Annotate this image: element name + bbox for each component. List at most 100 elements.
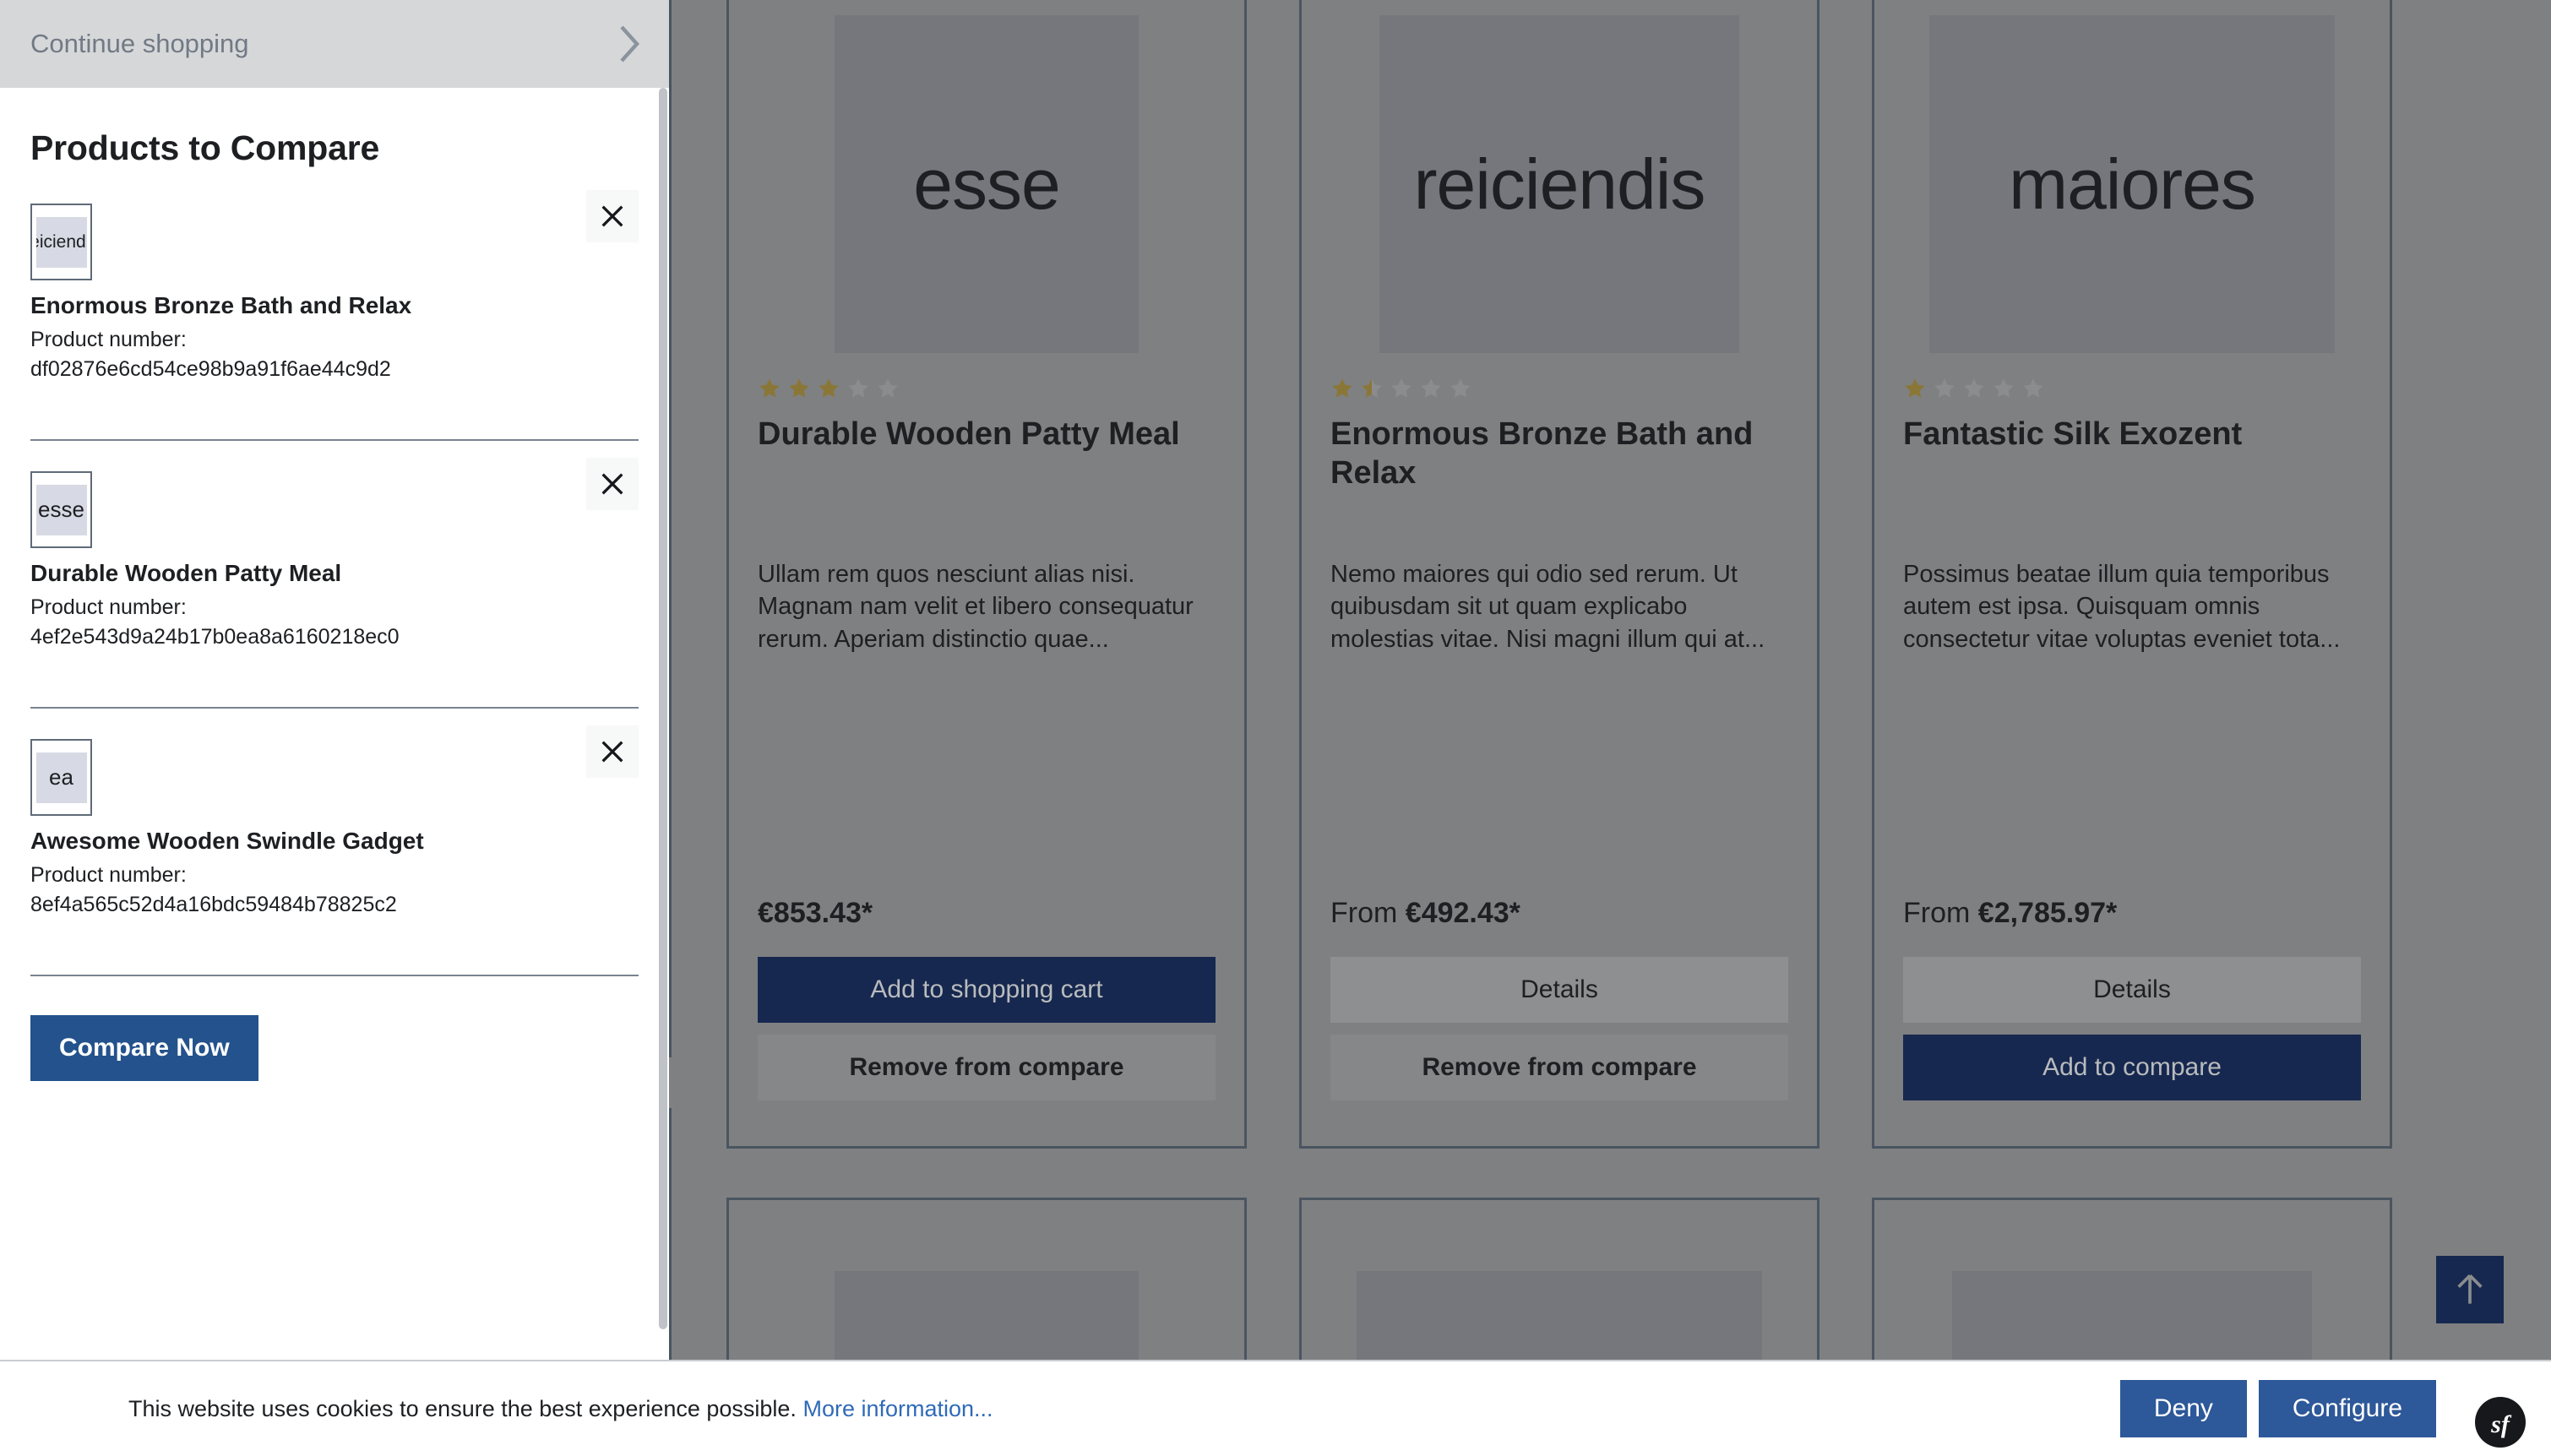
star-icon [1330, 377, 1354, 400]
product-image-container[interactable] [1903, 1229, 2361, 1360]
continue-shopping-label: Continue shopping [30, 29, 249, 58]
thumbnail-text: esse [35, 484, 87, 535]
star-icon [758, 377, 781, 400]
product-name[interactable]: Awesome Wooden Swindle Gadget [30, 828, 639, 855]
price-prefix: From [1903, 897, 1978, 929]
list-item: reiciendis Enormous Bronze Bath and Rela… [30, 190, 639, 441]
star-half-icon [1360, 377, 1384, 400]
remove-item-button[interactable] [586, 190, 639, 242]
star-icon [787, 377, 811, 400]
product-number-value: 8ef4a565c52d4a16bdc59484b78825c2 [30, 893, 397, 916]
product-image-container[interactable] [758, 1229, 1216, 1360]
remove-from-compare-button[interactable]: Remove from compare [758, 1035, 1216, 1100]
product-number-label: Product number: [30, 595, 187, 619]
product-title[interactable]: Durable Wooden Patty Meal [758, 415, 1216, 496]
product-image: esse [835, 15, 1139, 353]
product-thumbnail[interactable]: esse [30, 471, 92, 548]
star-icon [1992, 377, 2015, 400]
page-root: esse Durable Wooden Patty Meal Ullam rem… [0, 0, 2551, 1456]
product-image [835, 1271, 1139, 1360]
product-image-container[interactable] [1330, 1229, 1788, 1360]
deny-button[interactable]: Deny [2119, 1380, 2247, 1437]
product-card[interactable]: reiciendis Enormous Bronze Bath and Rela… [1299, 0, 1819, 1149]
product-name[interactable]: Enormous Bronze Bath and Relax [30, 292, 639, 319]
arrow-up-icon [2457, 1274, 2483, 1304]
star-icon [1390, 377, 1413, 400]
star-icon [1933, 377, 1956, 400]
price-amount: €2,785.97* [1977, 897, 2118, 929]
product-card[interactable] [726, 1198, 1247, 1360]
details-button[interactable]: Details [1903, 957, 2361, 1023]
star-icon [846, 377, 870, 400]
product-description: Nemo maiores qui odio sed rerum. Ut quib… [1330, 561, 1765, 653]
product-image-container[interactable]: reiciendis [1330, 0, 1788, 353]
product-title[interactable]: Fantastic Silk Exozent [1903, 415, 2361, 496]
scroll-to-top-button[interactable] [2436, 1256, 2504, 1323]
remove-item-button[interactable] [586, 458, 639, 510]
product-card[interactable] [1299, 1198, 1819, 1360]
product-grid-row-2 [726, 1198, 2416, 1360]
configure-button[interactable]: Configure [2258, 1380, 2436, 1437]
product-name[interactable]: Durable Wooden Patty Meal [30, 560, 639, 587]
compare-offcanvas: Continue shopping Products to Compare re… [0, 0, 669, 1360]
star-icon [1903, 377, 1927, 400]
product-thumbnail[interactable]: reiciendis [30, 204, 92, 280]
close-icon [601, 741, 623, 763]
product-card[interactable] [1872, 1198, 2392, 1360]
rating-stars [758, 376, 1216, 401]
product-card[interactable]: maiores Fantastic Silk Exozent Possimus … [1872, 0, 2392, 1149]
price-amount: €853.43* [758, 897, 873, 929]
rating-stars [1903, 376, 2361, 401]
close-icon [601, 205, 623, 227]
price-amount: €492.43* [1405, 897, 1520, 929]
cookie-message: This website uses cookies to ensure the … [128, 1396, 993, 1422]
add-to-compare-button[interactable]: Add to compare [1903, 1035, 2361, 1100]
product-image: maiores [1929, 15, 2335, 353]
svg-text:sf: sf [2490, 1410, 2512, 1438]
list-item: esse Durable Wooden Patty Meal Product n… [30, 458, 639, 709]
product-title[interactable]: Enormous Bronze Bath and Relax [1330, 415, 1788, 496]
more-information-link[interactable]: More information... [802, 1396, 993, 1421]
product-price: €853.43* [758, 897, 1216, 930]
product-grid: esse Durable Wooden Patty Meal Ullam rem… [726, 0, 2416, 1149]
continue-shopping-header[interactable]: Continue shopping [0, 0, 669, 88]
close-icon [601, 473, 623, 495]
product-card[interactable]: esse Durable Wooden Patty Meal Ullam rem… [726, 0, 1247, 1149]
star-icon [1449, 377, 1472, 400]
product-image [1357, 1271, 1762, 1360]
product-image: reiciendis [1379, 15, 1739, 353]
star-icon [817, 377, 840, 400]
product-price: From €2,785.97* [1903, 897, 2361, 930]
cookie-message-text: This website uses cookies to ensure the … [128, 1395, 797, 1421]
remove-item-button[interactable] [586, 725, 639, 778]
compare-panel-body: Products to Compare reiciendis Enormous … [0, 88, 669, 1360]
product-price: From €492.43* [1330, 897, 1788, 930]
symfony-logo-icon[interactable]: sf [2473, 1395, 2527, 1449]
offcanvas-scrollbar[interactable] [657, 88, 669, 1360]
product-number-value: df02876e6cd54ce98b9a91f6ae44c9d2 [30, 357, 391, 381]
scrollbar-thumb[interactable] [659, 88, 667, 1329]
remove-from-compare-button[interactable]: Remove from compare [1330, 1035, 1788, 1100]
product-image-container[interactable]: maiores [1903, 0, 2361, 353]
product-description: Ullam rem quos nesciunt alias nisi. Magn… [758, 561, 1194, 653]
star-icon [876, 377, 900, 400]
compare-now-button[interactable]: Compare Now [30, 1015, 258, 1081]
price-prefix: From [1330, 897, 1406, 929]
rating-stars [1330, 376, 1788, 401]
product-number-label: Product number: [30, 863, 187, 887]
product-image-container[interactable]: esse [758, 0, 1216, 353]
product-number-value: 4ef2e543d9a24b17b0ea8a6160218ec0 [30, 625, 400, 649]
product-description: Possimus beatae illum quia temporibus au… [1903, 561, 2341, 653]
star-icon [1419, 377, 1443, 400]
product-image [1952, 1271, 2312, 1360]
cookie-banner: This website uses cookies to ensure the … [0, 1360, 2551, 1456]
details-button[interactable]: Details [1330, 957, 1788, 1023]
add-to-cart-button[interactable]: Add to shopping cart [758, 957, 1216, 1023]
product-thumbnail[interactable]: ea [30, 739, 92, 816]
page-title: Products to Compare [30, 128, 380, 167]
